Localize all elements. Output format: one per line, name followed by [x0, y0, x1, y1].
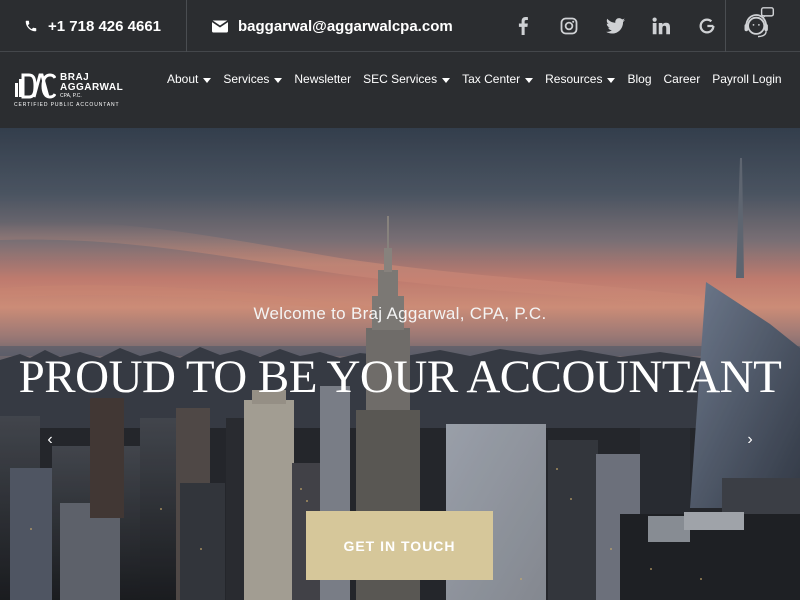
google-icon[interactable]: [684, 0, 730, 52]
nav-label: Career: [663, 72, 701, 86]
facebook-icon[interactable]: [500, 0, 546, 52]
nav-menu: About Services Newsletter SEC Services T…: [167, 72, 794, 86]
top-bar: +1 718 426 4661 baggarwal@aggarwalcpa.co…: [0, 0, 800, 52]
phone-icon: [25, 20, 37, 32]
nav-item-resources[interactable]: Resources: [545, 72, 616, 86]
caret-down-icon: [203, 77, 212, 83]
nav-label: Blog: [627, 72, 652, 86]
nav-item-services[interactable]: Services: [223, 72, 283, 86]
nav-item-about[interactable]: About: [167, 72, 212, 86]
nav-item-career[interactable]: Career: [664, 72, 701, 86]
logo-tagline: CERTIFIED PUBLIC ACCOUNTANT: [14, 102, 120, 108]
caret-down-icon: [607, 77, 616, 83]
hero-headline: PROUD TO BE YOUR ACCOUNTANT: [18, 351, 782, 403]
divider: [725, 0, 726, 52]
social-links: [500, 0, 730, 52]
divider: [186, 0, 187, 52]
caret-down-icon: [274, 77, 283, 83]
email-address: baggarwal@aggarwalcpa.com: [238, 17, 453, 35]
get-in-touch-button[interactable]: GET IN TOUCH: [306, 511, 493, 580]
envelope-icon: [212, 20, 228, 32]
nav-label: SEC Services: [363, 72, 438, 86]
logo-text: BRAJ AGGARWAL CPA, P.C.: [60, 73, 123, 99]
caret-down-icon: [442, 77, 451, 83]
slider-prev-icon[interactable]: ‹: [40, 428, 60, 452]
nav-label: Payroll Login: [712, 72, 782, 86]
logo-suffix: CPA, P.C.: [60, 93, 82, 99]
linkedin-icon[interactable]: [638, 0, 684, 52]
nav-item-payroll-login[interactable]: Payroll Login: [712, 72, 781, 86]
nav-label: About: [167, 72, 199, 86]
caret-down-icon: [525, 77, 534, 83]
nav-label: Tax Center: [462, 72, 521, 86]
company-logo[interactable]: BRAJ AGGARWAL CPA, P.C. CERTIFIED PUBLIC…: [14, 73, 124, 109]
hero-welcome-text: Welcome to Braj Aggarwal, CPA, P.C.: [253, 304, 547, 323]
hero-slider: Welcome to Braj Aggarwal, CPA, P.C. PROU…: [0, 128, 800, 600]
nav-item-tax-center[interactable]: Tax Center: [462, 72, 534, 86]
nav-item-sec-services[interactable]: SEC Services: [363, 72, 451, 86]
nav-label: Newsletter: [294, 72, 352, 86]
customer-support-icon[interactable]: [736, 2, 780, 46]
main-navbar: BRAJ AGGARWAL CPA, P.C. CERTIFIED PUBLIC…: [0, 53, 800, 128]
nav-item-blog[interactable]: Blog: [627, 72, 651, 86]
nav-label: Resources: [545, 72, 603, 86]
email-link[interactable]: baggarwal@aggarwalcpa.com: [212, 0, 453, 52]
phone-link[interactable]: +1 718 426 4661: [24, 0, 161, 52]
phone-number: +1 718 426 4661: [48, 17, 162, 35]
nav-label: Services: [223, 72, 270, 86]
logo-mark-icon: [15, 73, 56, 99]
twitter-icon[interactable]: [592, 0, 638, 52]
instagram-icon[interactable]: [546, 0, 592, 52]
logo-name-line2: AGGARWAL: [60, 82, 124, 93]
nav-item-newsletter[interactable]: Newsletter: [294, 72, 351, 86]
slider-next-icon[interactable]: ›: [740, 428, 760, 452]
